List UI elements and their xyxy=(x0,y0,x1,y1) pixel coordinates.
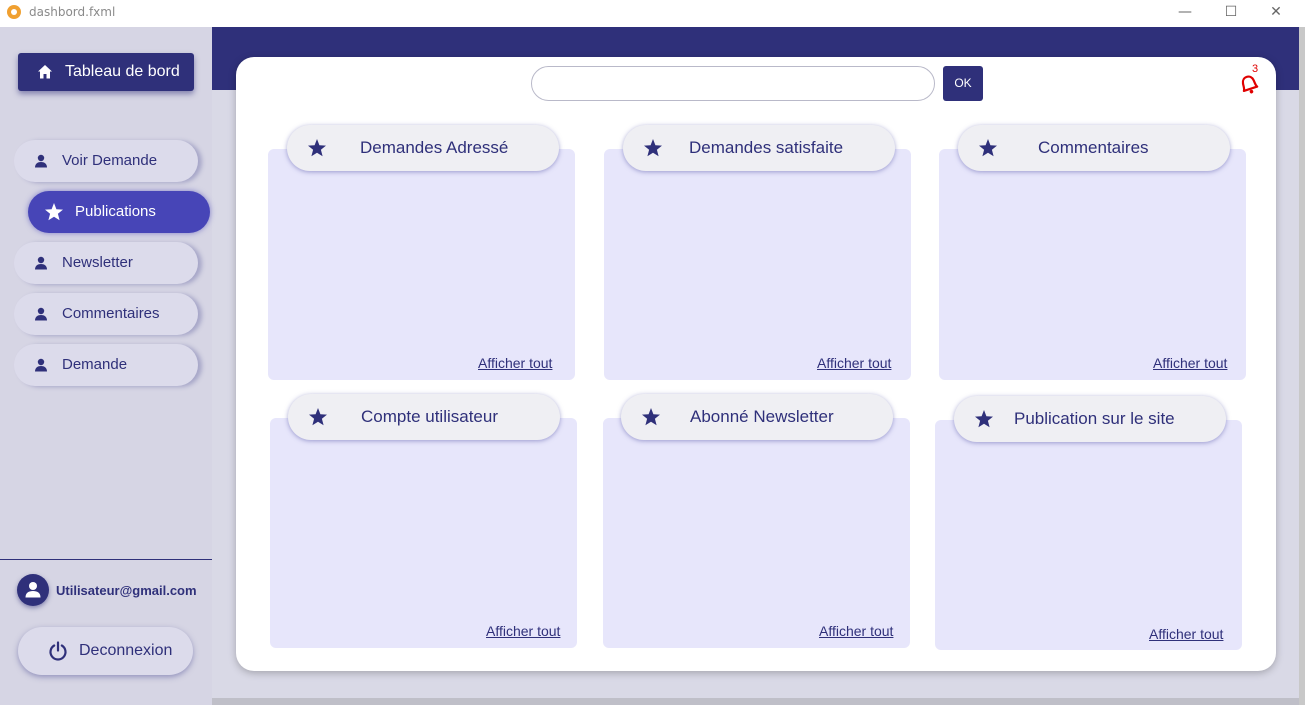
tile-header: Commentaires xyxy=(958,125,1230,171)
tile-header: Abonné Newsletter xyxy=(621,394,893,440)
show-all-link[interactable]: Afficher tout xyxy=(1153,355,1227,371)
sidebar-item-label: Publications xyxy=(75,203,156,220)
logout-label: Deconnexion xyxy=(79,642,173,659)
tile-title: Compte utilisateur xyxy=(361,407,499,426)
tile-title: Demandes Adressé xyxy=(360,138,509,157)
user-icon xyxy=(35,154,47,168)
sidebar-item-label: Demande xyxy=(62,356,128,373)
power-icon xyxy=(49,641,67,661)
user-icon xyxy=(35,256,47,270)
close-icon[interactable]: ✕ xyxy=(1256,0,1296,27)
sidebar-item-newsletter[interactable]: Newsletter xyxy=(14,242,198,284)
show-all-link[interactable]: Afficher tout xyxy=(817,355,891,371)
sidebar-item-demande[interactable]: Demande xyxy=(14,344,198,386)
star-icon xyxy=(642,408,660,426)
window-titlebar: dashbord.fxml — ☐ ✕ xyxy=(0,0,1305,27)
sidebar-item-voir-demande[interactable]: Voir Demande xyxy=(14,140,198,182)
notification-count: 3 xyxy=(1252,63,1259,75)
window-title: dashbord.fxml xyxy=(29,5,116,19)
tile-header: Demandes Adressé xyxy=(287,125,559,171)
user-avatar-icon xyxy=(25,582,41,598)
ok-button[interactable]: OK xyxy=(943,66,983,101)
tile-compte-utilisateur xyxy=(270,418,577,648)
tile-abonne-newsletter xyxy=(603,418,910,648)
star-icon xyxy=(45,203,63,221)
tile-title: Commentaires xyxy=(1038,138,1149,157)
tile-publication-sur-le-site xyxy=(935,420,1242,650)
sidebar-item-commentaires[interactable]: Commentaires xyxy=(14,293,198,335)
sidebar-item-label: Voir Demande xyxy=(62,152,158,169)
star-icon xyxy=(975,410,993,428)
sidebar-item-label: Newsletter xyxy=(62,254,133,271)
user-email: Utilisateur@gmail.com xyxy=(56,583,197,598)
show-all-link[interactable]: Afficher tout xyxy=(486,623,560,639)
logout-button[interactable]: Deconnexion xyxy=(18,627,193,675)
tile-title: Abonné Newsletter xyxy=(690,407,834,426)
star-icon xyxy=(979,139,997,157)
home-icon xyxy=(38,65,52,79)
search-input[interactable] xyxy=(531,66,935,101)
show-all-link[interactable]: Afficher tout xyxy=(478,355,552,371)
dashboard-button[interactable]: Tableau de bord xyxy=(18,53,194,91)
right-edge xyxy=(1299,27,1305,705)
tile-title: Publication sur le site xyxy=(1014,409,1175,428)
app-icon xyxy=(7,5,21,19)
minimize-icon[interactable]: — xyxy=(1165,0,1205,27)
show-all-link[interactable]: Afficher tout xyxy=(1149,626,1223,642)
tile-demandes-adresse xyxy=(268,149,575,380)
sidebar-item-publications[interactable]: Publications xyxy=(28,191,210,233)
user-icon xyxy=(35,358,47,372)
show-all-link[interactable]: Afficher tout xyxy=(819,623,893,639)
user-icon xyxy=(35,307,47,321)
dashboard-label: Tableau de bord xyxy=(65,63,180,80)
maximize-icon[interactable]: ☐ xyxy=(1211,0,1251,27)
bell-icon[interactable] xyxy=(1237,72,1261,96)
tile-title: Demandes satisfaite xyxy=(689,138,844,157)
tile-header: Demandes satisfaite xyxy=(623,125,895,171)
tile-header: Compte utilisateur xyxy=(288,394,560,440)
star-icon xyxy=(308,139,326,157)
tile-demandes-satisfaite xyxy=(604,149,911,380)
star-icon xyxy=(309,408,327,426)
tile-header: Publication sur le site xyxy=(954,396,1226,442)
bottom-edge xyxy=(212,698,1299,705)
avatar xyxy=(17,574,49,606)
sidebar-item-label: Commentaires xyxy=(62,305,160,322)
star-icon xyxy=(644,139,662,157)
tile-commentaires xyxy=(939,149,1246,380)
sidebar-divider xyxy=(0,559,212,560)
